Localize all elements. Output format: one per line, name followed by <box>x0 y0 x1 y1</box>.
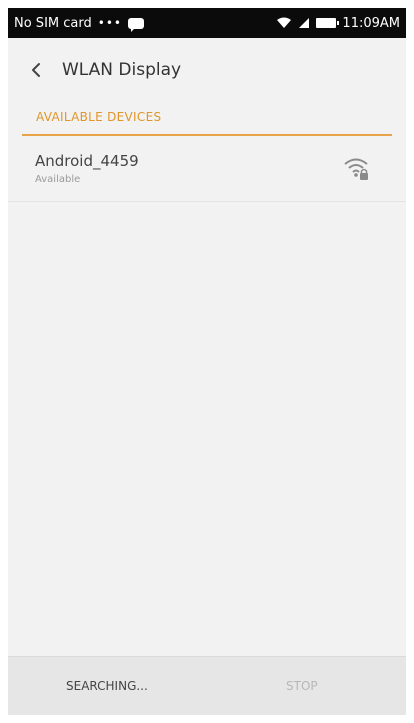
device-status: Available <box>35 174 81 185</box>
bottom-action-bar: SEARCHING... STOP <box>8 656 406 715</box>
back-arrow-icon[interactable] <box>24 58 48 82</box>
carrier-label: No SIM card <box>14 15 92 31</box>
device-name: Android_4459 <box>35 152 139 170</box>
available-devices-header: AVAILABLE DEVICES <box>22 102 392 136</box>
wifi-lock-icon <box>342 156 370 182</box>
status-bar-right: 11:09AM <box>276 16 400 31</box>
signal-icon <box>298 17 310 29</box>
app-bar: WLAN Display <box>8 38 406 102</box>
searching-status: SEARCHING... <box>66 679 148 693</box>
stop-button[interactable]: STOP <box>286 679 318 693</box>
overflow-dots: ••• <box>97 16 122 30</box>
clock: 11:09AM <box>342 15 400 31</box>
status-bar-left: No SIM card ••• <box>14 15 144 32</box>
device-list-item[interactable]: Android_4459 Available <box>8 136 406 202</box>
battery-icon <box>316 18 340 28</box>
message-icon <box>127 17 144 32</box>
device-text: Android_4459 Available <box>35 152 139 185</box>
phone-screen: No SIM card ••• 11:09AM WLAN Display AVA… <box>8 8 406 715</box>
wifi-icon <box>276 17 292 29</box>
status-bar: No SIM card ••• 11:09AM <box>8 8 406 38</box>
page-title: WLAN Display <box>62 60 182 80</box>
